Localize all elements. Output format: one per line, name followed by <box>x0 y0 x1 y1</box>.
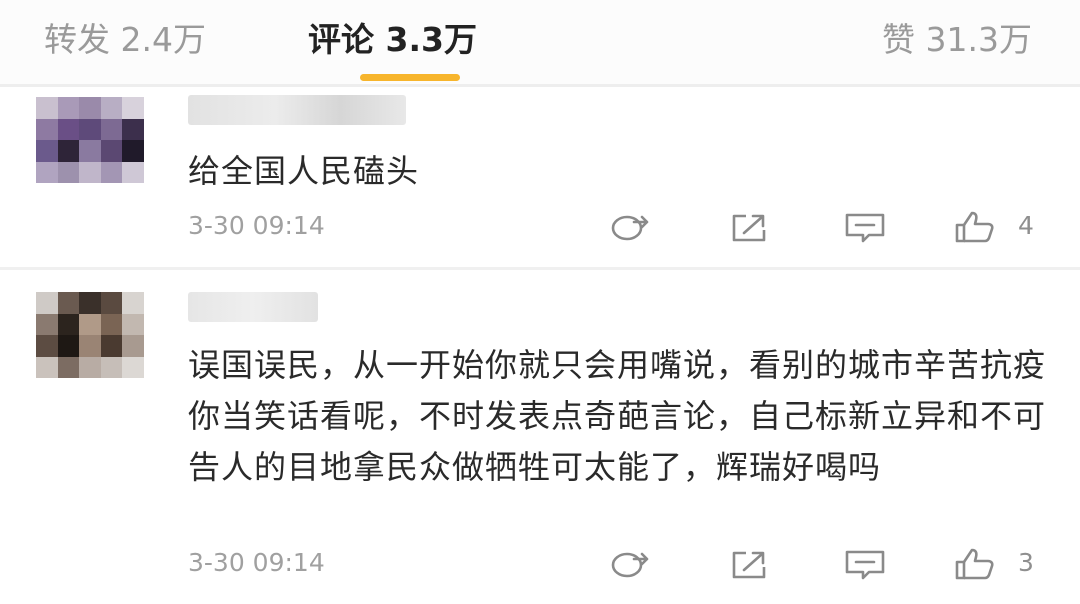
tab-bar: 转发 2.4万 评论 3.3万 赞 31.3万 <box>0 0 1080 84</box>
avatar[interactable] <box>36 97 144 183</box>
thumbs-up-icon[interactable] <box>952 546 998 582</box>
comment-icon[interactable] <box>842 209 888 245</box>
forward-icon[interactable] <box>608 546 654 582</box>
comment-text: 给全国人民磕头 <box>188 152 420 190</box>
comment-item: 误国误民，从一开始你就只会用嘴说，看别的城市辛苦抗疫你当笑话看呢，不时发表点奇葩… <box>0 270 1080 604</box>
tab-repost[interactable]: 转发 2.4万 <box>44 18 206 62</box>
forward-icon[interactable] <box>608 209 654 245</box>
comment-meta: 3-30 09:14 3 <box>0 544 1080 584</box>
username-blurred[interactable] <box>188 95 406 125</box>
comment-meta: 3-30 09:14 4 <box>0 207 1080 247</box>
tab-comment[interactable]: 评论 3.3万 <box>308 18 477 62</box>
username-blurred[interactable] <box>188 292 318 322</box>
like-count: 3 <box>1018 548 1034 577</box>
thumbs-up-icon[interactable] <box>952 209 998 245</box>
share-icon[interactable] <box>728 209 774 245</box>
comment-item: 给全国人民磕头 3-30 09:14 4 <box>0 87 1080 267</box>
like-count: 4 <box>1018 211 1034 240</box>
share-icon[interactable] <box>728 546 774 582</box>
comment-timestamp: 3-30 09:14 <box>188 548 325 577</box>
comment-text: 误国误民，从一开始你就只会用嘴说，看别的城市辛苦抗疫你当笑话看呢，不时发表点奇葩… <box>188 346 1047 486</box>
comment-timestamp: 3-30 09:14 <box>188 211 325 240</box>
avatar[interactable] <box>36 292 144 378</box>
tab-like[interactable]: 赞 31.3万 <box>882 18 1032 62</box>
comment-icon[interactable] <box>842 546 888 582</box>
active-tab-indicator <box>360 74 460 81</box>
